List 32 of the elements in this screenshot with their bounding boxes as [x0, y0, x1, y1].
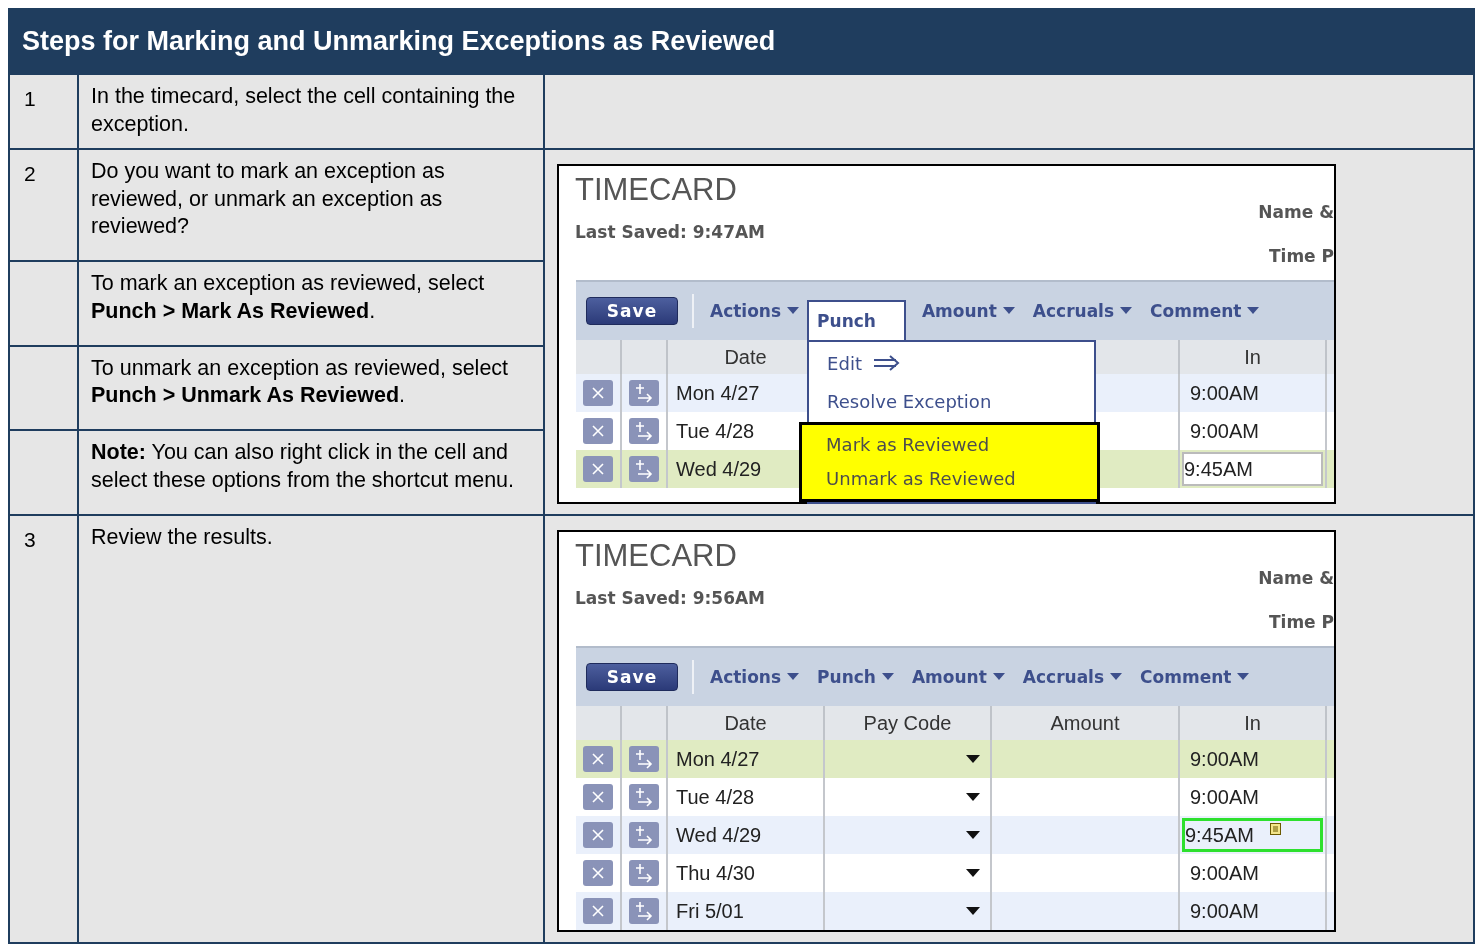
column-header: In — [1244, 711, 1261, 735]
date-cell: Fri 5/01 — [676, 899, 744, 923]
step-text: Do you want to mark an exception as reviewed, or unmark an exception as reviewed? — [79, 150, 543, 261]
date-cell: Mon 4/27 — [676, 747, 760, 771]
last-saved-label: Last Saved: 9:56AM — [575, 588, 766, 608]
column-header: Date — [724, 711, 767, 735]
step-text: To unmark an exception as reviewed, select Punch > Unmark As Reviewed. — [79, 346, 543, 430]
column-header: Pay Code — [863, 711, 952, 735]
header-label: Name & — [1258, 568, 1334, 588]
date-cell: Thu 4/30 — [676, 861, 755, 885]
table-title: Steps for Marking and Unmarking Exceptions as Reviewed — [22, 26, 776, 57]
date-cell: Mon 4/27 — [676, 381, 760, 405]
step-text: Review the results. — [79, 516, 543, 942]
header-label: Time P — [1268, 612, 1334, 632]
column-header: In — [1244, 345, 1261, 369]
header-label: Name & — [1258, 202, 1334, 222]
step-text: To mark an exception as reviewed, select Punch > Mark As Reviewed. — [79, 262, 543, 345]
step-number: 3 — [10, 516, 77, 942]
step-number: 1 — [10, 75, 77, 148]
timecard-title: TIMECARD — [575, 538, 738, 574]
header-label: Time P — [1268, 246, 1334, 266]
date-cell: Wed 4/29 — [676, 457, 762, 481]
step-text: Note: You can also right click in the cell and select these options from the shortcut menu. — [79, 431, 543, 514]
step-number: 2 — [10, 150, 77, 261]
step-text: In the timecard, select the cell containing the exception. — [79, 75, 543, 148]
date-cell: Tue 4/28 — [676, 419, 755, 443]
last-saved-label: Last Saved: 9:47AM — [575, 222, 766, 242]
date-cell: Wed 4/29 — [676, 823, 762, 847]
column-header: Amount — [1050, 711, 1120, 735]
timecard-title: TIMECARD — [575, 172, 738, 208]
column-header: Date — [724, 345, 767, 369]
date-cell: Tue 4/28 — [676, 785, 755, 809]
